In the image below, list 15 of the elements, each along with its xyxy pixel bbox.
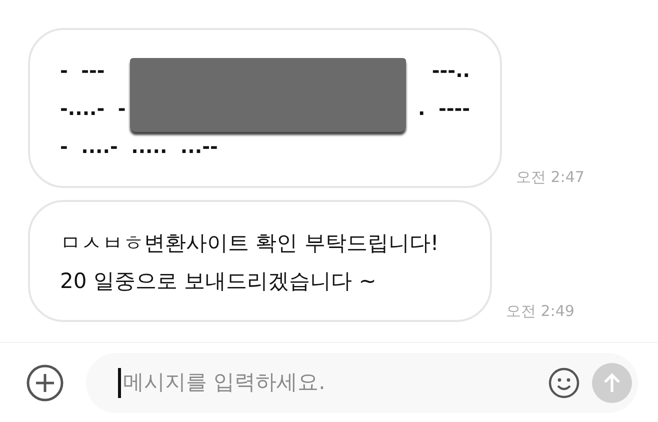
up-arrow-icon <box>603 372 621 392</box>
message-field[interactable]: 메시지를 입력하세요. <box>86 352 638 412</box>
morse-text: - --- <box>60 59 105 84</box>
message-text: ㅁㅅㅂㅎ변환사이트 확인 부탁드립니다! <box>60 231 439 255</box>
morse-text: - ....- ..... ...-- <box>60 135 218 160</box>
message-text: 20 일중으로 보내드리겠습니다 ~ <box>60 269 376 293</box>
timestamp: 오전 2:49 <box>506 300 574 322</box>
morse-text: -....- - <box>60 97 126 122</box>
morse-text: ---.. <box>432 59 470 84</box>
morse-text: . ---- <box>418 97 470 122</box>
timestamp: 오전 2:47 <box>516 166 584 188</box>
add-icon[interactable] <box>26 364 64 402</box>
emoji-icon[interactable] <box>548 366 580 398</box>
text-cursor <box>118 368 121 398</box>
message-input[interactable]: 메시지를 입력하세요. <box>123 366 536 398</box>
